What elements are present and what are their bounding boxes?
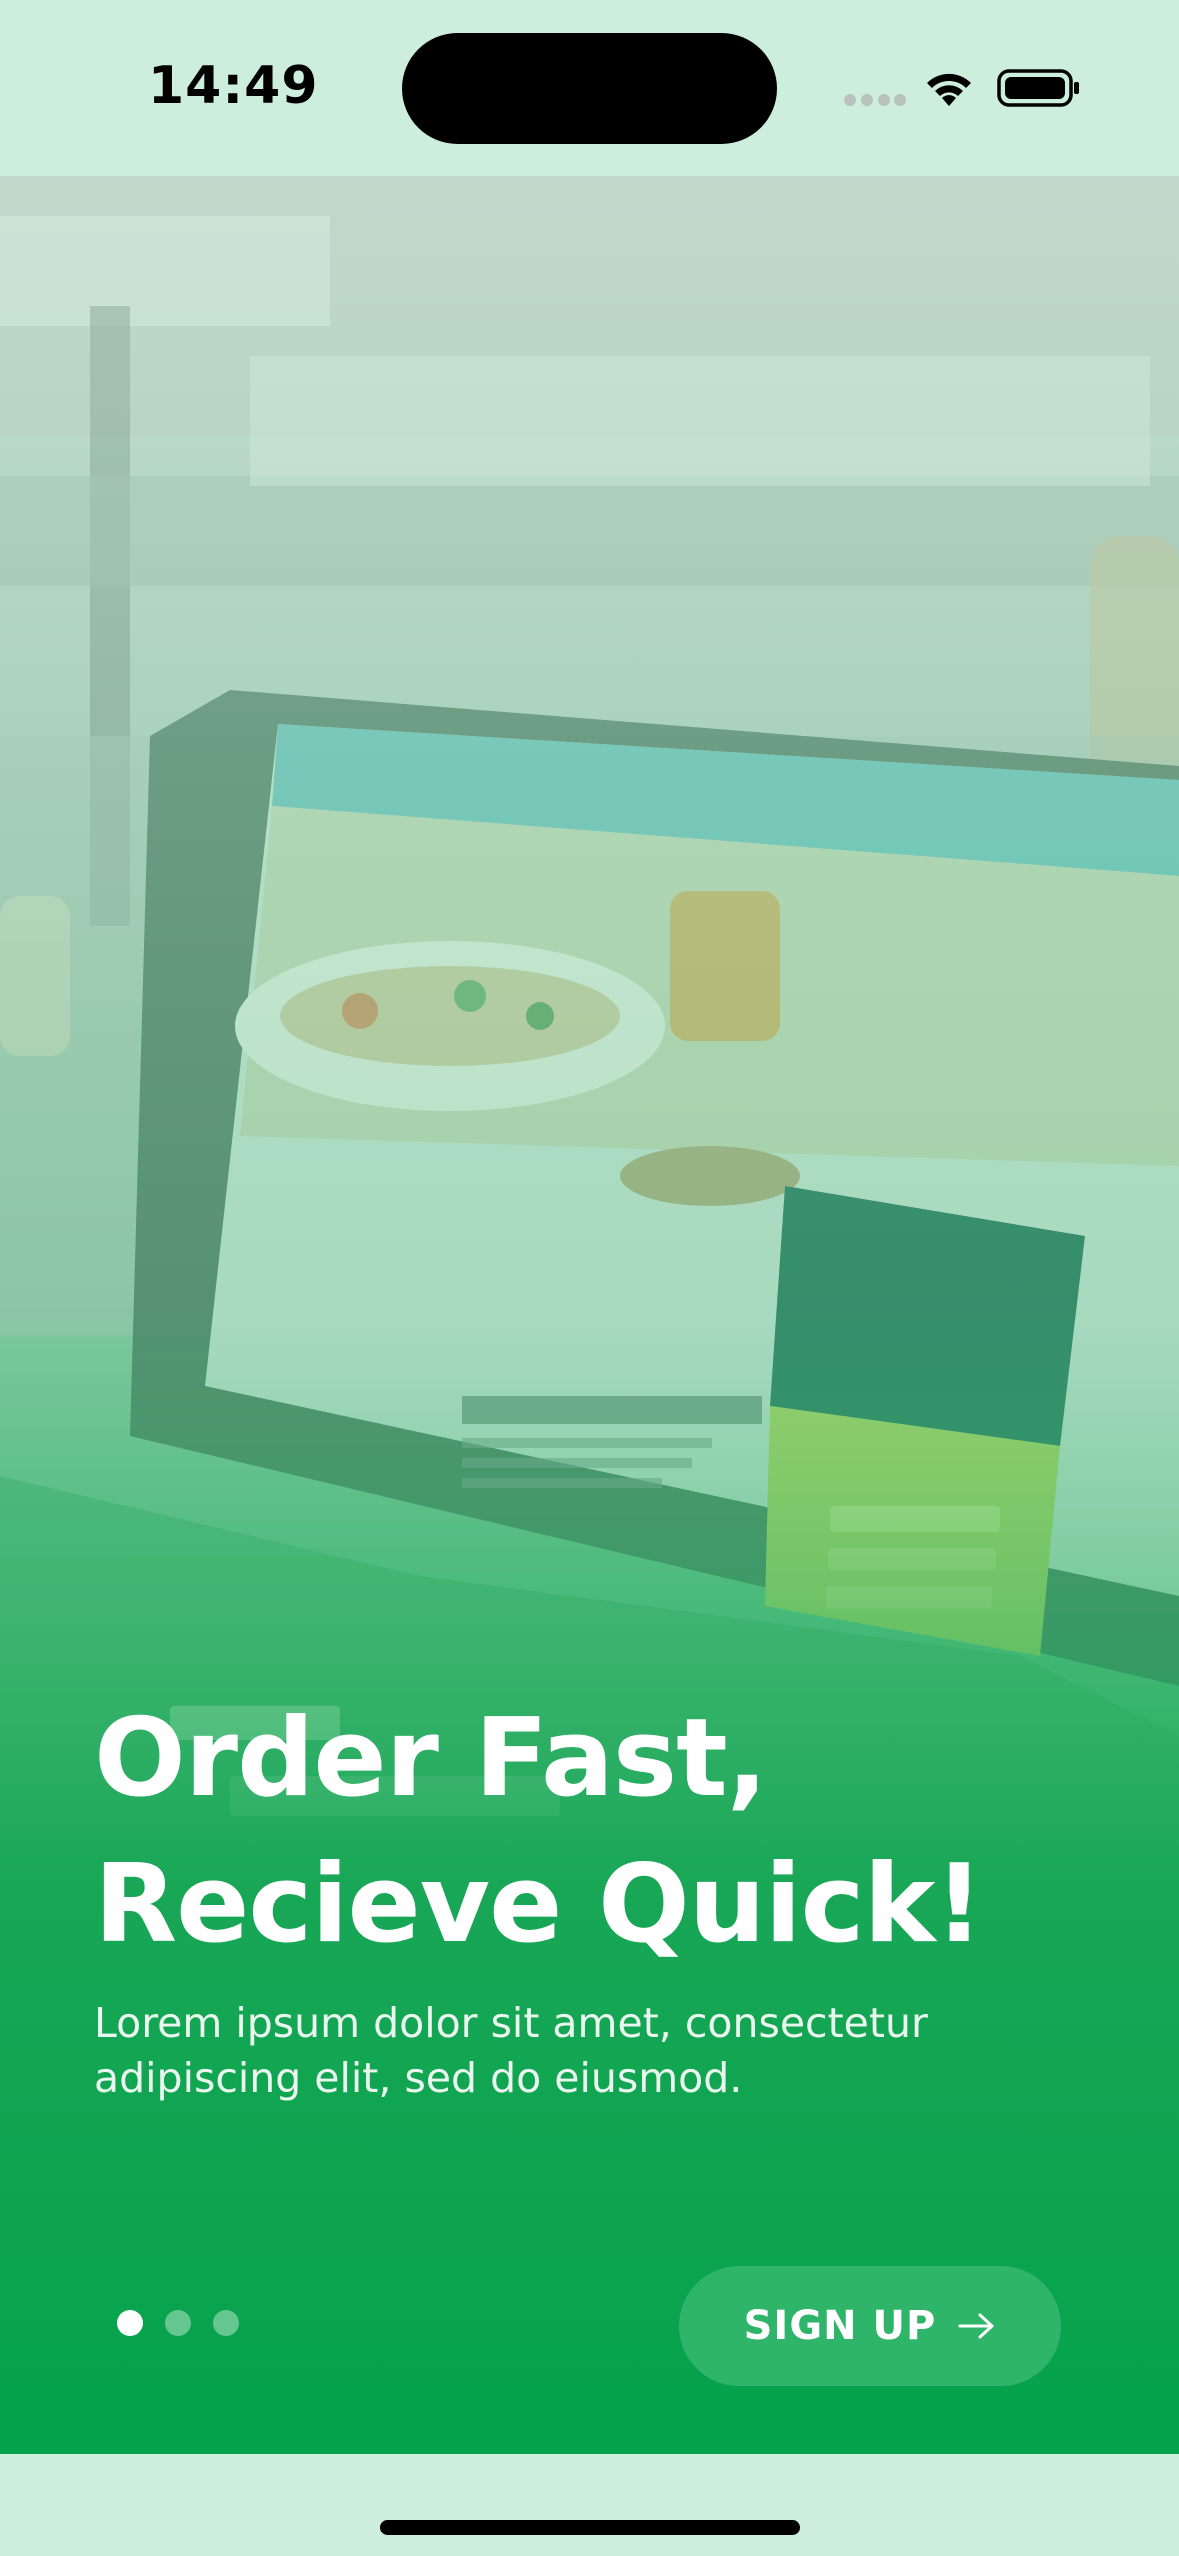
home-indicator[interactable]	[380, 2520, 800, 2535]
hero-title-line-1: Order Fast,	[94, 1696, 768, 1821]
sign-up-label: SIGN UP	[743, 2303, 937, 2349]
hero-subtitle: Lorem ipsum dolor sit amet, consectetur …	[94, 1996, 1094, 2106]
wifi-icon	[927, 73, 971, 106]
page-dot-3[interactable]	[213, 2310, 239, 2336]
hero-subtitle-line-1: Lorem ipsum dolor sit amet, consectetur	[94, 1999, 928, 2047]
bottom-area	[0, 2454, 1179, 2556]
dynamic-island	[402, 33, 777, 144]
page-dot-2[interactable]	[165, 2310, 191, 2336]
battery-icon	[997, 69, 1079, 107]
arrow-right-icon	[958, 2313, 994, 2339]
hero-title: Order Fast, Recieve Quick!	[94, 1686, 1134, 1978]
status-bar: 14:49	[0, 0, 1179, 176]
hero-subtitle-line-2: adipiscing elit, sed do eiusmod.	[94, 2054, 743, 2102]
laptop-on-table-photo	[0, 176, 1179, 2454]
cellular-signal-icon	[844, 94, 906, 108]
onboarding-hero: Order Fast, Recieve Quick! Lorem ipsum d…	[0, 176, 1179, 2454]
sign-up-button[interactable]: SIGN UP	[679, 2266, 1061, 2386]
page-dot-1[interactable]	[117, 2310, 143, 2336]
hero-title-line-2: Recieve Quick!	[94, 1842, 984, 1967]
status-time: 14:49	[148, 56, 319, 116]
